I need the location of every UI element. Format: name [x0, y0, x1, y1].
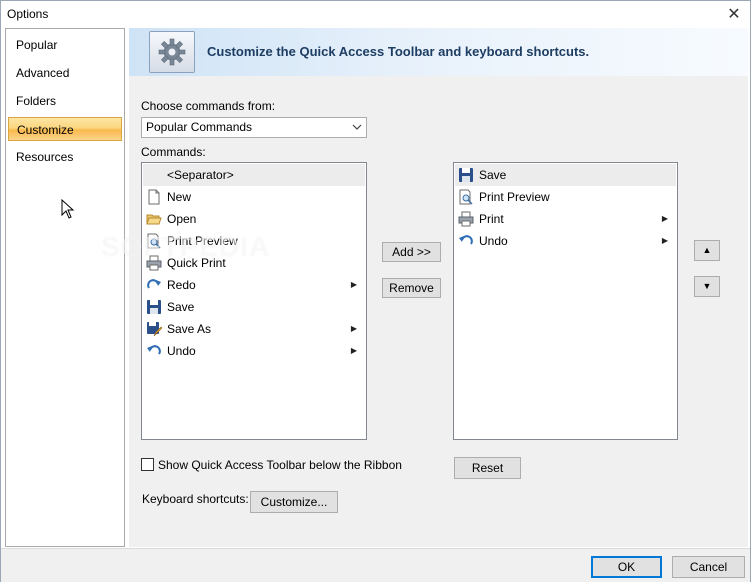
choose-commands-dropdown[interactable]: Popular Commands	[141, 117, 367, 138]
list-item-label: Redo	[167, 278, 196, 292]
chevron-down-icon	[352, 118, 362, 144]
list-item[interactable]: Open	[143, 208, 365, 230]
content-panel: Customize the Quick Access Toolbar and k…	[129, 28, 748, 547]
ok-button[interactable]: OK	[591, 556, 662, 578]
cancel-button[interactable]: Cancel	[672, 556, 745, 578]
save-icon	[146, 299, 162, 315]
remove-button[interactable]: Remove	[382, 278, 441, 298]
toolbar-commands-list[interactable]: Save Print Preview Print ▶ Undo ▶	[453, 162, 678, 440]
list-item[interactable]: Save	[455, 164, 676, 186]
move-up-icon: ▲	[702, 245, 712, 255]
submenu-arrow-icon: ▶	[661, 214, 668, 223]
list-item-label: Save As	[167, 322, 212, 336]
choose-commands-label: Choose commands from:	[141, 99, 276, 113]
list-item-label: Save	[479, 168, 507, 182]
list-item[interactable]: Print ▶	[455, 208, 676, 230]
list-item-label: Undo	[167, 344, 196, 358]
nav-item-advanced[interactable]: Advanced	[8, 61, 122, 85]
commands-list[interactable]: <Separator> New Open Print Preview Quick…	[141, 162, 367, 440]
header-title: Customize the Quick Access Toolbar and k…	[207, 44, 590, 59]
save-as-icon	[146, 321, 163, 337]
show-below-ribbon-checkbox[interactable]	[141, 458, 154, 471]
submenu-arrow-icon: ▶	[350, 280, 357, 289]
nav-item-resources[interactable]: Resources	[8, 145, 122, 169]
new-document-icon	[146, 189, 162, 205]
commands-label: Commands:	[141, 145, 206, 159]
mouse-cursor-icon	[61, 198, 75, 222]
title-bar[interactable]: Options ✕	[1, 1, 750, 27]
customize-shortcuts-button[interactable]: Customize...	[250, 491, 338, 513]
list-item[interactable]: Print Preview	[455, 186, 676, 208]
submenu-arrow-icon: ▶	[661, 236, 668, 245]
list-item-label: Open	[167, 212, 197, 226]
move-down-icon: ▼	[702, 281, 712, 291]
list-item-label: <Separator>	[167, 168, 234, 182]
reset-button[interactable]: Reset	[454, 457, 521, 479]
show-below-ribbon-label[interactable]: Show Quick Access Toolbar below the Ribb…	[158, 458, 402, 472]
move-down-button[interactable]: ▼	[694, 276, 720, 297]
list-item-label: New	[167, 190, 192, 204]
printer-icon	[458, 211, 474, 227]
list-item-label: Print Preview	[479, 190, 550, 204]
window-title: Options	[7, 7, 49, 21]
nav-item-folders[interactable]: Folders	[8, 89, 122, 113]
list-item-label: Save	[167, 300, 195, 314]
move-up-button[interactable]: ▲	[694, 240, 720, 261]
keyboard-shortcuts-label: Keyboard shortcuts:	[142, 492, 249, 506]
redo-icon	[146, 277, 162, 293]
submenu-arrow-icon: ▶	[350, 324, 357, 333]
list-item[interactable]: Save	[143, 296, 365, 318]
list-item[interactable]: Undo ▶	[455, 230, 676, 252]
undo-icon	[146, 343, 162, 359]
nav-item-customize[interactable]: Customize	[8, 117, 122, 141]
list-item[interactable]: <Separator>	[143, 164, 365, 186]
open-folder-icon	[146, 211, 162, 227]
choose-commands-value: Popular Commands	[146, 120, 253, 134]
section-header: Customize the Quick Access Toolbar and k…	[129, 28, 748, 76]
list-item-label: Undo	[479, 234, 508, 248]
watermark-logo: SOFTPEDIA	[101, 231, 271, 262]
list-item[interactable]: Undo ▶	[143, 340, 365, 362]
undo-icon	[458, 233, 474, 249]
options-nav: Popular Advanced Folders Customize Resou…	[5, 28, 125, 547]
list-item[interactable]: New	[143, 186, 365, 208]
save-icon	[458, 167, 474, 183]
list-item[interactable]: Save As ▶	[143, 318, 365, 340]
print-preview-icon	[458, 189, 474, 205]
list-item-label: Print	[479, 212, 504, 226]
submenu-arrow-icon: ▶	[350, 346, 357, 355]
list-item[interactable]: Redo ▶	[143, 274, 365, 296]
add-button[interactable]: Add >>	[382, 242, 441, 262]
options-dialog: Options ✕ Popular Advanced Folders Custo…	[0, 0, 751, 582]
nav-item-popular[interactable]: Popular	[8, 33, 122, 57]
gear-icon	[149, 31, 195, 73]
dialog-footer: OK Cancel	[1, 548, 750, 582]
close-icon[interactable]: ✕	[722, 3, 746, 25]
